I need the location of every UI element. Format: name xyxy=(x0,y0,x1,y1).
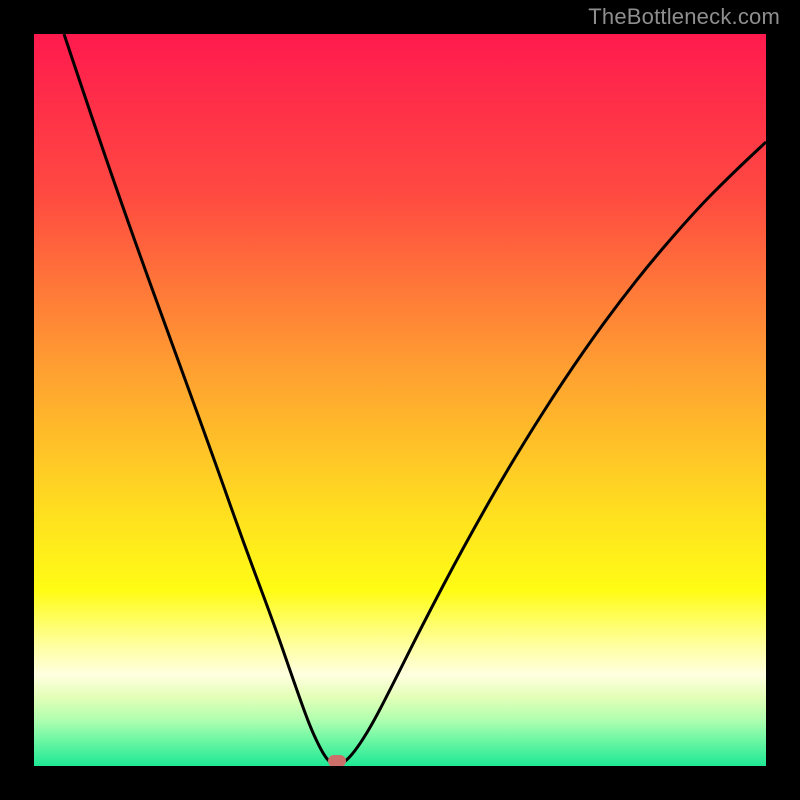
bottleneck-curve xyxy=(64,34,766,764)
curve-layer xyxy=(34,34,766,766)
optimal-marker xyxy=(328,755,346,766)
chart-frame: TheBottleneck.com xyxy=(0,0,800,800)
plot-area xyxy=(34,34,766,766)
watermark-text: TheBottleneck.com xyxy=(588,4,780,30)
